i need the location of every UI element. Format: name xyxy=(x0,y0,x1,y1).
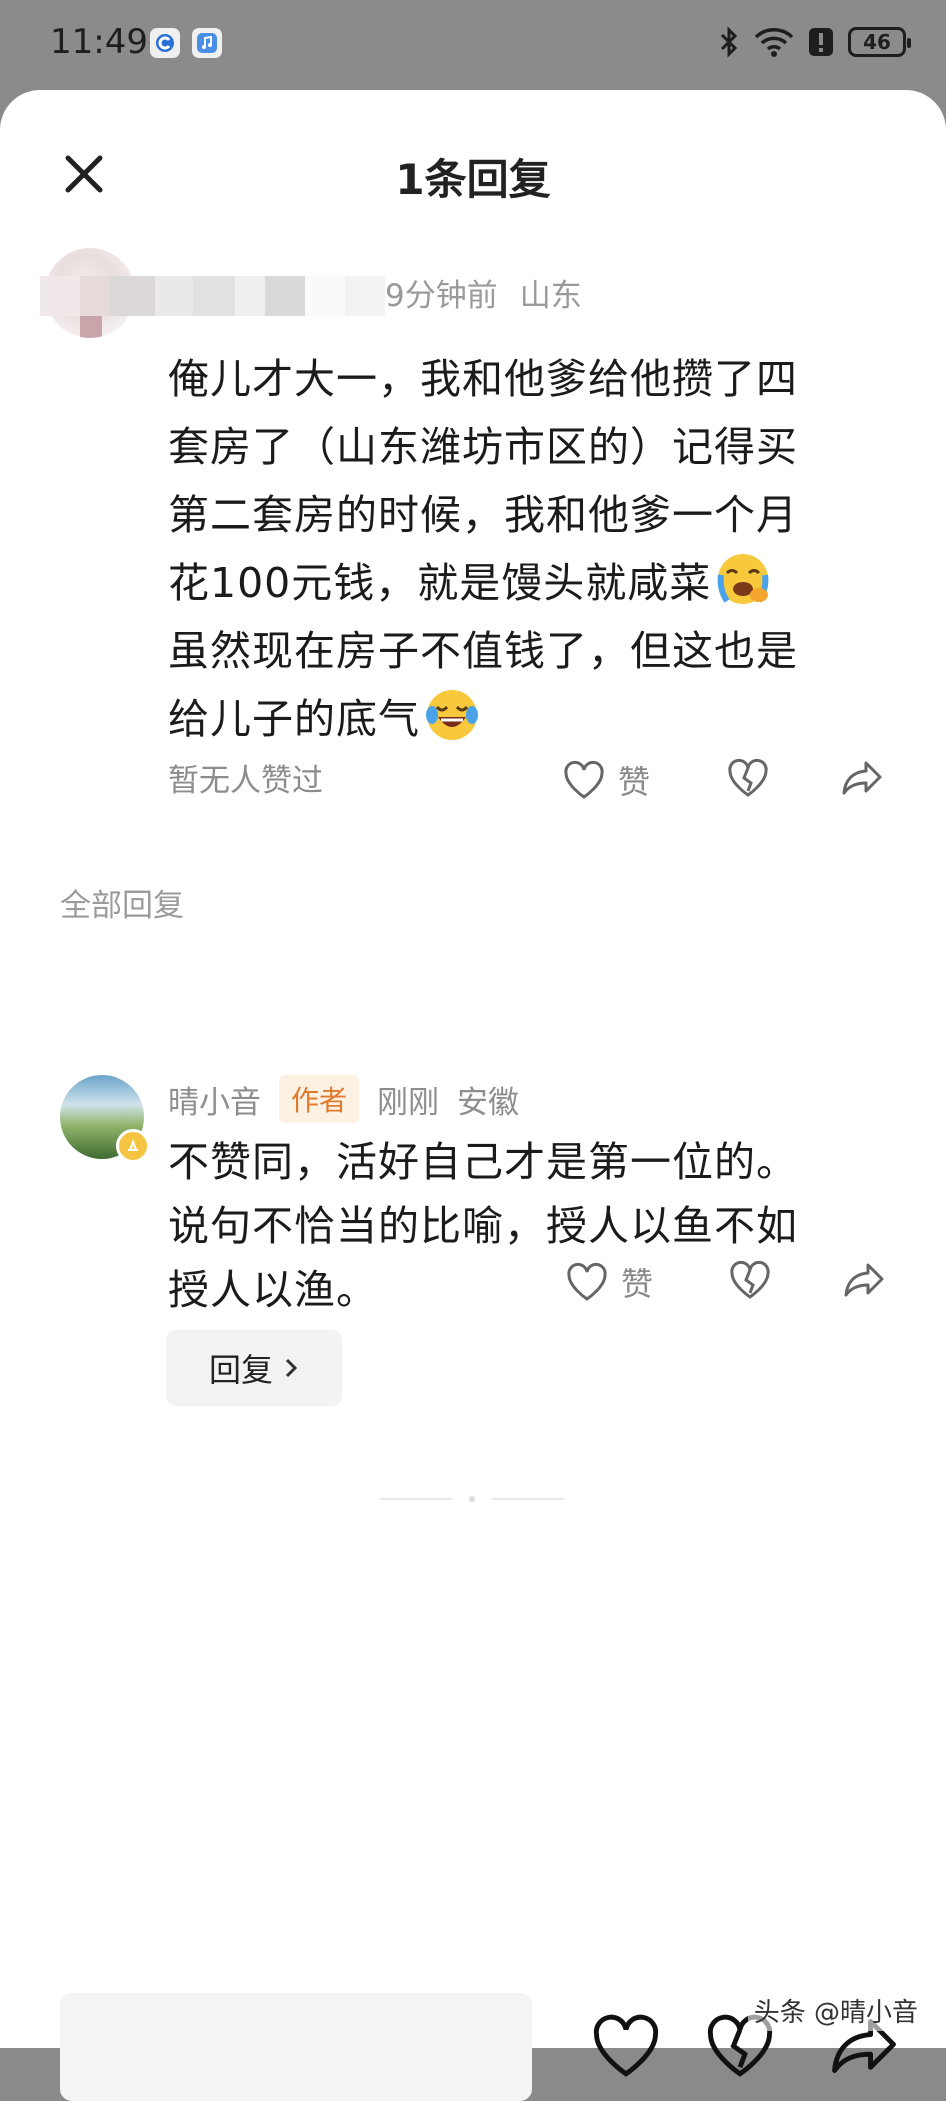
status-bar: 11:49 46 xyxy=(0,0,946,90)
comment-line: 花100元钱，就是馒头就咸菜 xyxy=(168,559,712,607)
heart-icon xyxy=(567,1262,607,1301)
broken-heart-icon xyxy=(728,758,768,797)
reply-button[interactable]: 回复 xyxy=(166,1330,342,1406)
comment-line: 给儿子的底气 xyxy=(168,695,420,743)
status-time: 11:49 xyxy=(50,22,148,62)
status-icons: 46 xyxy=(718,26,911,58)
comment-line: 套房了（山东潍坊市区的）记得买 xyxy=(168,423,798,471)
reply-avatar[interactable] xyxy=(60,1075,150,1163)
like-button[interactable]: 赞 xyxy=(562,757,650,803)
reply-username[interactable]: 晴小音 xyxy=(168,1077,261,1122)
comment-actions: 赞 xyxy=(562,757,650,803)
chevron-right-icon xyxy=(285,1358,298,1378)
commenter-name-blurred[interactable] xyxy=(40,276,385,316)
bluetooth-icon xyxy=(720,26,738,58)
comment-body: 俺儿才大一，我和他爹给他攒了四 套房了（山东潍坊市区的）记得买 第二套房的时候，… xyxy=(168,345,888,753)
comment-line: 第二套房的时候，我和他爹一个月 xyxy=(168,491,798,539)
dislike-button[interactable] xyxy=(726,757,770,799)
watermark: 头条 @晴小音 xyxy=(747,1990,924,2031)
reply-line: 授人以渔。 xyxy=(168,1266,378,1314)
alert-icon xyxy=(809,28,833,56)
comment-line: 俺儿才大一，我和他爹给他攒了四 xyxy=(168,355,798,403)
comment-location: 山东 xyxy=(519,278,582,314)
music-app-icon xyxy=(192,28,222,58)
reply-time: 刚刚 xyxy=(377,1084,440,1121)
reply-header: 晴小音 作者 刚刚 安徽 xyxy=(168,1075,519,1123)
reply-share-button[interactable] xyxy=(842,1259,886,1301)
heart-icon xyxy=(564,760,604,799)
reply-location: 安徽 xyxy=(457,1084,520,1121)
comment-line: 虽然现在房子不值钱了，但这也是 xyxy=(168,627,798,675)
reply-input[interactable] xyxy=(60,1993,532,2101)
battery-level: 46 xyxy=(863,30,891,54)
share-button[interactable] xyxy=(840,757,884,799)
author-tag: 作者 xyxy=(279,1075,360,1123)
likes-status: 暂无人赞过 xyxy=(168,763,323,799)
end-of-list-divider xyxy=(380,1496,564,1502)
like-label: 赞 xyxy=(618,763,651,801)
crying-emoji-icon xyxy=(717,554,769,604)
reply-sheet: 1条回复 9分钟前 山东 俺儿才大一，我和他爹给他攒了四 套房了（山东潍坊市区的）… xyxy=(0,90,946,2101)
app-notification-icon xyxy=(150,28,180,58)
share-icon xyxy=(844,1263,884,1297)
sheet-title: 1条回复 xyxy=(395,155,551,204)
comment-time: 9分钟前 xyxy=(385,278,498,314)
broken-heart-icon xyxy=(730,1260,770,1299)
like-label: 赞 xyxy=(621,1265,654,1303)
wifi-icon xyxy=(754,28,794,57)
reply-like-button[interactable]: 赞 xyxy=(565,1259,653,1305)
bottom-like-button[interactable] xyxy=(590,2010,662,2082)
heart-icon xyxy=(593,2014,659,2077)
verified-badge-icon xyxy=(116,1129,150,1163)
all-replies-label: 全部回复 xyxy=(60,888,184,924)
reply-dislike-button[interactable] xyxy=(728,1259,772,1301)
comment-meta: 9分钟前 山东 xyxy=(385,270,582,315)
reply-body: 不赞同，活好自己才是第一位的。 说句不恰当的比喻，授人以鱼不如 授人以渔。 xyxy=(168,1130,898,1322)
reply-line: 不赞同，活好自己才是第一位的。 xyxy=(168,1138,798,1186)
laughing-tears-emoji-icon xyxy=(426,690,478,740)
reply-actions: 赞 xyxy=(565,1259,653,1305)
reply-line: 说句不恰当的比喻，授人以鱼不如 xyxy=(168,1202,798,1250)
share-icon xyxy=(842,761,882,795)
reply-button-label: 回复 xyxy=(208,1351,273,1389)
battery-icon: 46 xyxy=(848,27,911,57)
